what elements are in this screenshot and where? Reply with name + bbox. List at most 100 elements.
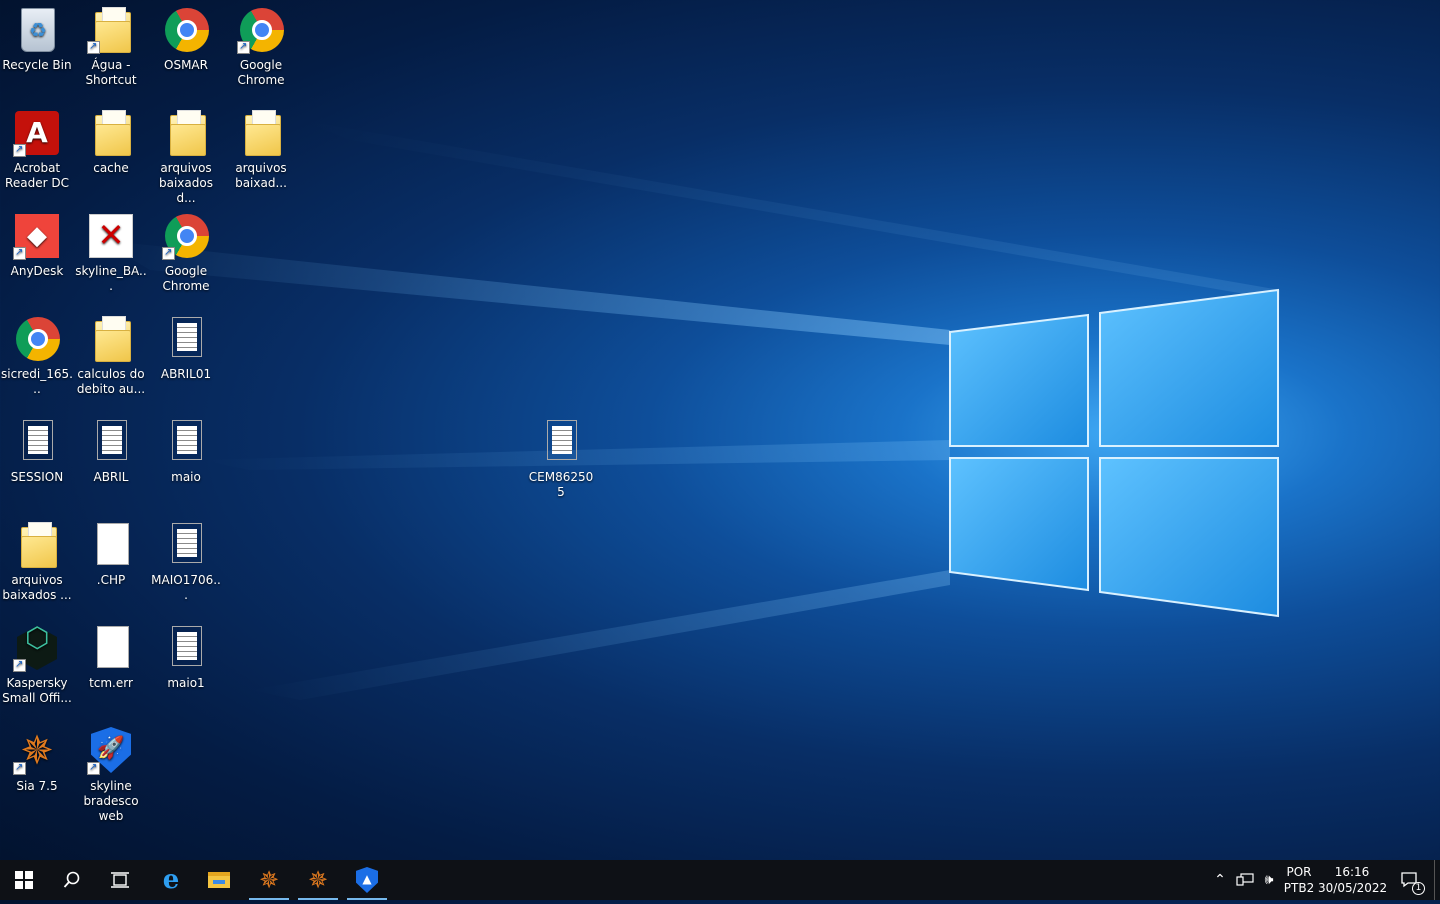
desktop-icon-chp[interactable]: .CHP — [74, 515, 148, 588]
folder-icon — [21, 522, 57, 568]
text-file-icon — [97, 420, 127, 460]
taskbar-internet-explorer[interactable]: e — [147, 860, 195, 900]
text-file-icon — [172, 626, 202, 666]
desktop-icon-maio1706[interactable]: MAIO1706... — [149, 515, 223, 603]
chrome-icon — [165, 8, 209, 52]
action-center-button[interactable]: 1 — [1392, 860, 1428, 900]
icon-label: maio1 — [167, 676, 205, 690]
desktop-icon-arquivos-baixados-3[interactable]: arquivos baixados ... — [0, 515, 74, 603]
clock-time: 16:16 — [1334, 865, 1370, 879]
task-view-button[interactable] — [96, 860, 144, 900]
desktop-icon-arquivos-baixados-1[interactable]: arquivos baixados d... — [149, 103, 223, 206]
clock-button[interactable]: 16:16 30/05/2022 — [1318, 860, 1388, 904]
file-explorer-icon — [208, 872, 230, 888]
sia-icon: ✵ — [307, 866, 329, 894]
desktop-icon-skyline-bradesco[interactable]: 🚀 skyline bradesco web — [74, 721, 148, 824]
desktop-icon-google-chrome-2[interactable]: Google Chrome — [149, 206, 223, 294]
icon-label: skyline bradesco web — [83, 779, 139, 823]
desktop-icon-agua-shortcut[interactable]: Água - Shortcut — [74, 0, 148, 88]
desktop-icon-acrobat[interactable]: A Acrobat Reader DC — [0, 103, 74, 191]
desktop-icon-anydesk[interactable]: ◆ AnyDesk — [0, 206, 74, 279]
language-code: POR — [1286, 865, 1312, 879]
speaker-icon: 🕪 — [1264, 872, 1274, 888]
chevron-up-icon: ⌃ — [1214, 872, 1226, 888]
skyline-icon: ✕ — [89, 214, 133, 258]
desktop-icon-arquivos-baixados-2[interactable]: arquivos baixad... — [224, 103, 298, 191]
desktop-icon-sicredi[interactable]: sicredi_165... — [0, 309, 74, 397]
recycle-bin-icon: ♻ — [21, 8, 55, 52]
chrome-icon — [16, 317, 60, 361]
desktop-icon-abril[interactable]: ABRIL — [74, 412, 148, 485]
windows-logo-icon — [15, 871, 33, 889]
bradesco-icon: ▲ — [356, 867, 378, 893]
search-button[interactable] — [48, 860, 96, 900]
desktop-icon-abril01[interactable]: ABRIL01 — [149, 309, 223, 382]
desktop-icon-recycle-bin[interactable]: ♻ Recycle Bin — [0, 0, 74, 73]
show-hidden-icons-button[interactable]: ⌃ — [1210, 860, 1230, 900]
icon-label: ABRIL — [93, 470, 129, 484]
icon-label: cache — [93, 161, 129, 175]
desktop-icon-maio1[interactable]: maio1 — [149, 618, 223, 691]
icon-label: Recycle Bin — [2, 58, 72, 72]
network-icon — [1236, 873, 1254, 886]
sia-icon: ✵ — [258, 866, 280, 894]
shortcut-arrow-icon — [13, 657, 26, 672]
icon-label: arquivos baixados d... — [159, 161, 213, 205]
folder-icon — [95, 110, 131, 156]
taskbar-sia-2[interactable]: ✵ — [294, 860, 342, 900]
icon-label: SESSION — [10, 470, 64, 484]
text-file-icon — [172, 523, 202, 563]
icon-label: Google Chrome — [237, 58, 285, 87]
volume-button[interactable]: 🕪 — [1258, 860, 1280, 900]
desktop-icon-cache[interactable]: cache — [74, 103, 148, 176]
shortcut-arrow-icon — [162, 245, 175, 260]
icon-label: skyline_BA... — [75, 264, 147, 293]
desktop-icon-tcm-err[interactable]: tcm.err — [74, 618, 148, 691]
desktop-icon-google-chrome-1[interactable]: Google Chrome — [224, 0, 298, 88]
search-icon — [63, 871, 80, 888]
icon-label: Água - Shortcut — [85, 58, 137, 87]
icon-label: CEM862505 — [528, 470, 594, 499]
folder-icon — [245, 110, 281, 156]
show-desktop-button[interactable] — [1434, 860, 1440, 900]
shortcut-arrow-icon — [13, 245, 26, 260]
start-button[interactable] — [0, 860, 48, 900]
folder-icon — [95, 316, 131, 362]
folder-icon — [95, 7, 131, 53]
text-file-icon — [547, 420, 577, 460]
desktop-icon-skyline-ba[interactable]: ✕ skyline_BA... — [74, 206, 148, 294]
icon-label: .CHP — [96, 573, 126, 587]
desktop-icon-maio[interactable]: maio — [149, 412, 223, 485]
icon-label: arquivos baixad... — [235, 161, 287, 190]
file-icon — [97, 626, 129, 668]
text-file-icon — [172, 317, 202, 357]
desktop-icon-kaspersky[interactable]: Kaspersky Small Offi... — [0, 618, 74, 706]
text-file-icon — [23, 420, 53, 460]
folder-icon — [170, 110, 206, 156]
taskbar-bradesco[interactable]: ▲ — [343, 860, 391, 900]
task-view-icon — [111, 872, 129, 888]
shortcut-arrow-icon — [87, 760, 100, 775]
internet-explorer-icon: e — [162, 865, 180, 895]
notification-count-badge: 1 — [1412, 882, 1425, 895]
taskbar-file-explorer[interactable] — [195, 860, 243, 900]
desktop-icon-session[interactable]: SESSION — [0, 412, 74, 485]
input-language-button[interactable]: POR PTB2 — [1282, 860, 1316, 904]
desktop-icon-calculos[interactable]: calculos do debito au... — [74, 309, 148, 397]
keyboard-layout: PTB2 — [1283, 881, 1315, 895]
shortcut-arrow-icon — [13, 142, 26, 157]
icon-label: MAIO1706... — [151, 573, 221, 602]
icon-label: calculos do debito au... — [76, 367, 146, 396]
shortcut-arrow-icon — [13, 760, 26, 775]
clock-date: 30/05/2022 — [1318, 881, 1388, 895]
icon-label: Sia 7.5 — [16, 779, 58, 793]
network-button[interactable] — [1234, 860, 1256, 900]
desktop-icon-cem862505[interactable]: CEM862505 — [524, 412, 598, 500]
desktop-icon-sia[interactable]: ✵ Sia 7.5 — [0, 721, 74, 794]
file-icon — [97, 523, 129, 565]
desktop-icon-osmar[interactable]: OSMAR — [149, 0, 223, 73]
icon-label: ABRIL01 — [160, 367, 212, 381]
text-file-icon — [172, 420, 202, 460]
taskbar-sia-1[interactable]: ✵ — [245, 860, 293, 900]
icon-label: arquivos baixados ... — [2, 573, 72, 602]
